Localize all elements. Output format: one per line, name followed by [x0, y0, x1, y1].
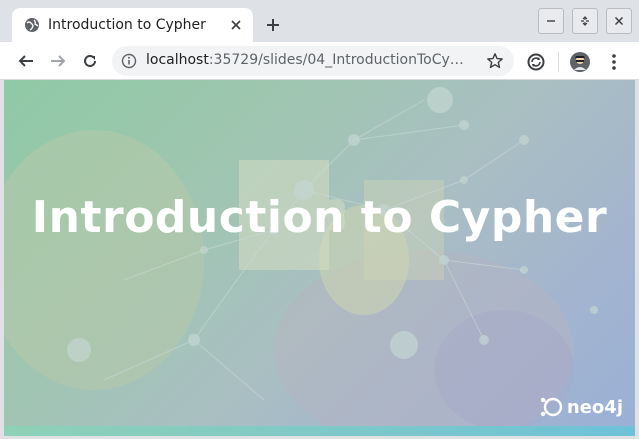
tab-close-icon[interactable] [227, 16, 245, 34]
back-arrow-icon[interactable] [14, 49, 38, 73]
url-path: :35729/slides/04_IntroductionToCy… [208, 52, 464, 68]
neo4j-wordmark: neo4j [566, 396, 623, 418]
forward-arrow-icon[interactable] [46, 49, 70, 73]
browser-toolbar: localhost:35729/slides/04_IntroductionTo… [0, 42, 639, 80]
profile-avatar[interactable] [570, 52, 590, 72]
extension-icon[interactable] [526, 52, 546, 72]
tab-strip: Introduction to Cypher [0, 0, 639, 42]
bookmark-star-icon[interactable] [486, 52, 504, 70]
info-icon[interactable] [121, 53, 137, 69]
neo4j-logo: neo4j [539, 394, 623, 420]
close-icon[interactable] [606, 8, 632, 34]
neo4j-logo-icon [540, 397, 563, 417]
slide-title: Introduction to Cypher [31, 192, 608, 243]
globe-icon [24, 17, 40, 33]
slide-content: Introduction to Cypher neo4j [4, 80, 635, 436]
maximize-icon[interactable] [572, 8, 598, 34]
url-text[interactable]: localhost:35729/slides/04_IntroductionTo… [146, 52, 464, 68]
tab-title: Introduction to Cypher [48, 17, 206, 33]
slide-bottom-bar [4, 426, 635, 436]
toolbar-divider [558, 52, 559, 72]
browser-window: Introduction to Cypher localhost:35729/s… [0, 0, 639, 439]
tab-introduction-to-cypher[interactable]: Introduction to Cypher [12, 8, 253, 42]
minimize-icon[interactable] [538, 8, 564, 34]
url-host: localhost [146, 52, 209, 68]
slide-background-graphic [4, 87, 598, 436]
reload-icon[interactable] [78, 49, 102, 73]
new-tab-plus-icon[interactable] [262, 14, 284, 36]
menu-kebab-icon[interactable] [604, 52, 624, 72]
address-bar[interactable]: localhost:35729/slides/04_IntroductionTo… [112, 46, 514, 76]
